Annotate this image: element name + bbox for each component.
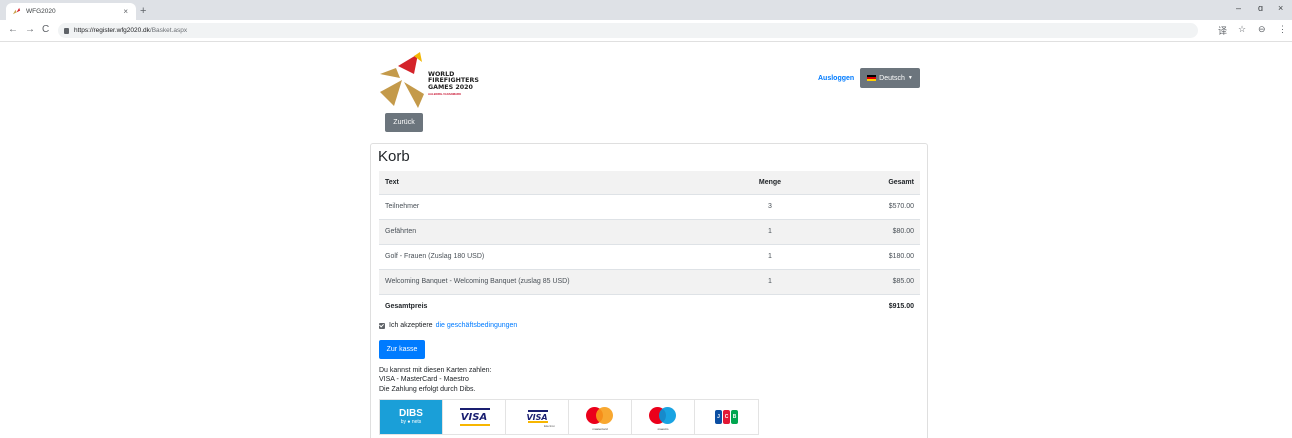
column-header-total: Gesamt [810,171,920,194]
chevron-down-icon: ▼ [907,75,913,81]
jcb-block-j: J [715,410,722,424]
logout-link[interactable]: Ausloggen [818,75,854,82]
table-header: Text Menge Gesamt [379,171,920,194]
logo-wordmark: WORLD FIREFIGHTERS GAMES 2020 [428,71,479,91]
language-dropdown[interactable]: Deutsch ▼ [860,68,920,88]
item-quantity: 1 [730,268,810,294]
maximize-icon[interactable]: ɑ [1258,3,1263,13]
visa-electron-stripe-bottom [528,421,548,423]
browser-tab[interactable]: WFG2020 × [6,3,136,20]
address-bar[interactable]: https://register.wfg2020.dk/Basket.aspx [58,23,1198,38]
jcb-block-b: B [731,410,738,424]
maestro-label: maestro [657,427,669,431]
visa-electron-logo: VISA Electron [506,400,569,434]
visa-electron-stripe [528,410,548,412]
browser-toolbar: ← → C https://register.wfg2020.dk/Basket… [0,20,1292,42]
logo-line: GAMES 2020 [428,83,473,91]
dibs-logo: DIBS by ● nets [380,400,443,434]
payment-info-line: Du kannst mit diesen Karten zahlen: [379,367,492,374]
mastercard-logo: mastercard [569,400,632,434]
visa-wordmark: VISA [460,411,488,423]
payment-cards: DIBS by ● nets VISA VISA Electron master… [379,399,759,435]
terms-link[interactable]: die geschäftsbedingungen [436,322,518,329]
total-row: Gesamtpreis $915.00 [379,293,920,319]
back-button[interactable]: Zurück [385,113,423,132]
column-header-quantity: Menge [730,171,810,194]
item-total: $80.00 [810,218,920,244]
table-row: Golf - Frauen (Zuslag 180 USD) 1 $180.00 [379,243,920,269]
reload-icon[interactable]: C [42,24,49,35]
item-quantity: 1 [730,218,810,244]
total-label: Gesamtpreis [379,293,730,319]
close-window-icon[interactable]: × [1278,3,1283,13]
item-quantity: 3 [730,193,810,219]
table-row: Welcoming Banquet - Welcoming Banquet (z… [379,268,920,294]
maestro-blue-circle [659,407,676,424]
site-favicon-icon [12,7,21,15]
mastercard-label: mastercard [592,427,608,431]
terms-checkbox[interactable] [379,322,385,329]
url-path: /Basket.aspx [149,27,188,34]
total-quantity-empty [730,293,810,319]
payment-info: Du kannst mit diesen Karten zahlen: VISA… [379,366,491,394]
jcb-block-c: C [723,410,730,424]
item-text: Welcoming Banquet - Welcoming Banquet (z… [379,268,730,294]
tab-title: WFG2020 [26,8,56,15]
forward-arrow-icon[interactable]: → [25,24,35,35]
table-row: Gefährten 1 $80.00 [379,218,920,244]
terms-label: Ich akzeptiere [389,322,433,329]
item-total: $180.00 [810,243,920,269]
lock-icon[interactable] [64,27,69,34]
logo-subtitle: AALBORG-VI-DANMARK [428,92,462,96]
visa-stripe-bottom [460,424,490,426]
new-tab-icon[interactable]: + [140,5,146,17]
item-text: Gefährten [379,218,730,244]
item-text: Teilnehmer [379,193,730,219]
column-header-text: Text [379,171,730,194]
visa-stripe-top [460,408,490,410]
basket-table: Text Menge Gesamt Teilnehmer 3 $570.00 G… [379,171,920,319]
profile-icon[interactable]: ⊖ [1258,24,1266,35]
visa-logo: VISA [443,400,506,434]
visa-electron-sub: Electron [543,424,555,428]
tab-close-icon[interactable]: × [123,7,128,16]
url-text: https://register.wfg2020.dk/Basket.aspx [74,27,187,34]
bookmark-star-icon[interactable]: ☆ [1238,24,1246,35]
checkout-button[interactable]: Zur kasse [379,340,425,359]
item-quantity: 1 [730,243,810,269]
table-row: Teilnehmer 3 $570.00 [379,193,920,219]
payment-info-line: VISA - MasterCard - Maestro [379,376,469,384]
menu-icon[interactable]: ⋮ [1278,24,1287,35]
url-host: https://register.wfg2020.dk [74,27,150,34]
maestro-logo: maestro [632,400,695,434]
dibs-sub: by ● nets [400,419,422,425]
total-value: $915.00 [810,293,920,319]
mastercard-yellow-circle [596,407,613,424]
item-text: Golf - Frauen (Zuslag 180 USD) [379,243,730,269]
page-title: Korb [378,148,410,165]
german-flag-icon [867,75,877,81]
back-arrow-icon[interactable]: ← [8,24,18,35]
jcb-logo: J C B [695,400,758,434]
payment-info-line: Die Zahlung erfolgt durch Dibs. [379,385,476,393]
translate-icon[interactable]: 译 [1218,24,1227,37]
minimize-icon[interactable]: – [1236,3,1241,13]
item-total: $85.00 [810,268,920,294]
dibs-wordmark: DIBS [399,408,423,419]
language-label: Deutsch [879,74,905,82]
basket-card: Korb Text Menge Gesamt Teilnehmer 3 $570… [370,143,928,438]
item-total: $570.00 [810,193,920,219]
terms-row: Ich akzeptiere die geschäftsbedingungen [379,322,517,329]
browser-tab-strip: WFG2020 × + – ɑ × [0,0,1292,20]
